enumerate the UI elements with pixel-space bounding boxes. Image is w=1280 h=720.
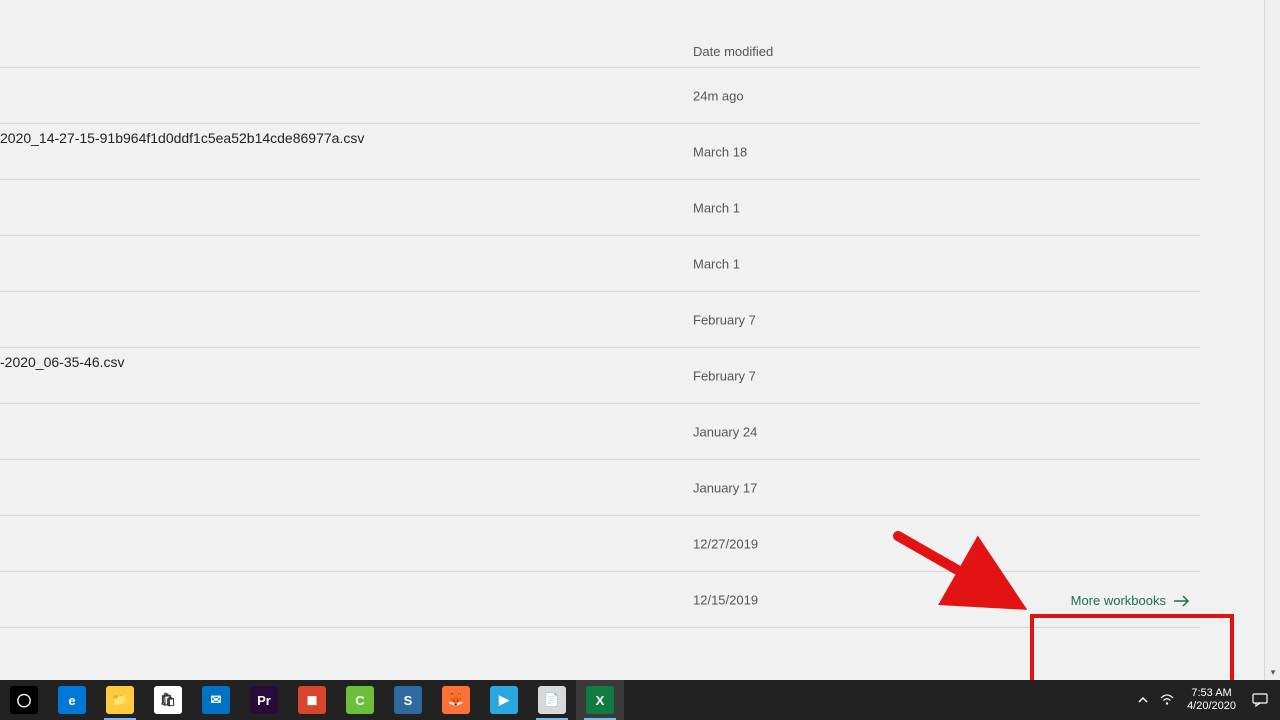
vertical-scrollbar[interactable]: ▾ <box>1264 0 1280 680</box>
taskbar-pinned-apps: ◯ e 📁 🛍 ✉ Pr ◼ CS 🦊 ▶ 📄 X <box>0 680 624 720</box>
file-row[interactable]: -2020_06-35-46.csv February 7 <box>0 348 1200 404</box>
taskbar-app-microsoft-store[interactable]: 🛍 <box>144 680 192 720</box>
snagit-icon: S <box>394 686 422 714</box>
file-row[interactable]: 12/27/2019 <box>0 516 1200 572</box>
action-center-icon[interactable] <box>1244 680 1276 720</box>
file-date: January 17 <box>693 480 757 495</box>
cortana-icon: ◯ <box>10 686 38 714</box>
tray-chevron-up-icon[interactable] <box>1131 680 1155 720</box>
taskbar-clock[interactable]: 7:53 AM 4/20/2020 <box>1179 687 1244 713</box>
premiere-icon: Pr <box>250 686 278 714</box>
file-row[interactable]: January 24 <box>0 404 1200 460</box>
taskbar-app-excel[interactable]: X <box>576 680 624 720</box>
clock-date: 4/20/2020 <box>1187 700 1236 713</box>
app-red-icon: ◼ <box>298 686 326 714</box>
arrow-right-icon <box>1174 595 1190 607</box>
file-date: February 7 <box>693 312 756 327</box>
taskbar-app-cortana[interactable]: ◯ <box>0 680 48 720</box>
file-row[interactable]: 24m ago <box>0 68 1200 124</box>
column-header-date-modified: Date modified <box>693 44 773 59</box>
file-row[interactable]: March 1 <box>0 236 1200 292</box>
windows-taskbar: ◯ e 📁 🛍 ✉ Pr ◼ CS 🦊 ▶ 📄 X 7:53 AM 4/20/2020 <box>0 680 1280 720</box>
file-row[interactable]: 12/15/2019 <box>0 572 1200 628</box>
more-workbooks-label: More workbooks <box>1071 593 1166 608</box>
system-tray: 7:53 AM 4/20/2020 <box>1131 680 1280 720</box>
file-row[interactable]: 2020_14-27-15-91b964f1d0ddf1c5ea52b14cde… <box>0 124 1200 180</box>
taskbar-app-notepad[interactable]: 📄 <box>528 680 576 720</box>
file-date: 12/27/2019 <box>693 536 758 551</box>
taskbar-app-mail[interactable]: ✉ <box>192 680 240 720</box>
firefox-icon: 🦊 <box>442 686 470 714</box>
notepad-icon: 📄 <box>538 686 566 714</box>
clock-time: 7:53 AM <box>1187 687 1236 700</box>
file-date: March 1 <box>693 200 740 215</box>
taskbar-app-firefox[interactable]: 🦊 <box>432 680 480 720</box>
file-row[interactable]: March 1 <box>0 180 1200 236</box>
taskbar-app-edge[interactable]: e <box>48 680 96 720</box>
camtasia-icon: C <box>346 686 374 714</box>
file-date: March 1 <box>693 256 740 271</box>
file-row[interactable]: January 17 <box>0 460 1200 516</box>
taskbar-app-file-explorer[interactable]: 📁 <box>96 680 144 720</box>
taskbar-app-snagit[interactable]: S <box>384 680 432 720</box>
file-row[interactable]: February 7 <box>0 292 1200 348</box>
mail-icon: ✉ <box>202 686 230 714</box>
file-date: January 24 <box>693 424 757 439</box>
excel-icon: X <box>586 686 614 714</box>
file-explorer-icon: 📁 <box>106 686 134 714</box>
file-date: February 7 <box>693 368 756 383</box>
taskbar-app-premiere[interactable]: Pr <box>240 680 288 720</box>
list-header-row: Date modified <box>0 0 1200 68</box>
taskbar-app-app-blue[interactable]: ▶ <box>480 680 528 720</box>
file-date: 24m ago <box>693 88 744 103</box>
file-date: March 18 <box>693 144 747 159</box>
file-name: -2020_06-35-46.csv <box>0 354 125 370</box>
microsoft-store-icon: 🛍 <box>154 686 182 714</box>
file-date: 12/15/2019 <box>693 592 758 607</box>
more-workbooks-link[interactable]: More workbooks <box>1067 587 1194 614</box>
app-blue-icon: ▶ <box>490 686 518 714</box>
scroll-down-button[interactable]: ▾ <box>1265 664 1280 680</box>
excel-start-recent-pane: Date modified 24m ago 2020_14-27-15-91b9… <box>0 0 1264 680</box>
taskbar-app-app-red[interactable]: ◼ <box>288 680 336 720</box>
wifi-icon[interactable] <box>1155 680 1179 720</box>
recent-workbooks-list: Date modified 24m ago 2020_14-27-15-91b9… <box>0 0 1200 628</box>
taskbar-app-camtasia[interactable]: C <box>336 680 384 720</box>
edge-icon: e <box>58 686 86 714</box>
file-name: 2020_14-27-15-91b964f1d0ddf1c5ea52b14cde… <box>0 130 364 146</box>
